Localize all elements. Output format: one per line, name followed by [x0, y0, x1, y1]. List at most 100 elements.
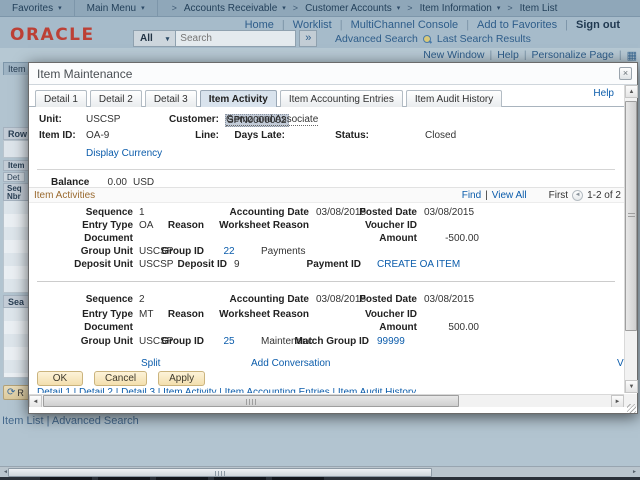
background-search-bar: Sea: [3, 295, 30, 308]
tab-detail-3[interactable]: Detail 3: [145, 90, 197, 107]
background-item-list-links[interactable]: Item List | Advanced Search: [2, 415, 139, 427]
link-separator: |: [489, 49, 492, 61]
personalize-layout-grid-icon[interactable]: ▦: [627, 50, 637, 61]
breadcrumb-accounts-receivable[interactable]: Accounts Receivable ▾: [184, 3, 286, 14]
breadcrumb-item-information[interactable]: Item Information ▾: [420, 3, 501, 14]
tab-detail-2[interactable]: Detail 2: [90, 90, 142, 107]
sequence-value: 1: [139, 207, 145, 218]
dialog-titlebar[interactable]: Item Maintenance: [29, 63, 637, 85]
group-unit-label: Group Unit: [33, 246, 133, 257]
deposit-id-label: Deposit ID: [139, 259, 227, 270]
link-separator: |: [340, 19, 343, 31]
scroll-up-icon[interactable]: ▲: [625, 85, 638, 98]
posted-date-value: 03/08/2015: [424, 294, 474, 305]
dialog-footer: [29, 407, 637, 413]
group-id-label: Group ID: [139, 336, 204, 347]
multichannel-console-link[interactable]: MultiChannel Console: [351, 19, 459, 31]
activity-links-row: Split Add Conversation V: [29, 358, 624, 370]
view-all-link[interactable]: View All: [492, 190, 527, 201]
worksheet-reason-label: Worksheet Reason: [197, 309, 309, 320]
split-link[interactable]: Split: [141, 358, 160, 369]
advanced-search-link[interactable]: Advanced Search: [335, 33, 418, 45]
unit-value: USCSP: [86, 114, 120, 125]
activity2-row-entry-type: Entry Type MT Reason Worksheet Reason Vo…: [29, 309, 624, 321]
sequence-label: Sequence: [33, 294, 133, 305]
add-conversation-link[interactable]: Add Conversation: [251, 358, 331, 369]
link-separator: |: [524, 49, 527, 61]
page-scrollbar-thumb[interactable]: [8, 468, 432, 477]
view-link-clipped[interactable]: V: [617, 358, 624, 369]
personalize-page-link[interactable]: Personalize Page: [532, 49, 614, 61]
activity-divider: [37, 281, 615, 282]
display-currency-link[interactable]: Display Currency: [86, 148, 162, 159]
breadcrumb-customer-accounts[interactable]: Customer Accounts ▾: [305, 3, 400, 14]
accounting-date-label: Accounting Date: [197, 207, 309, 218]
resize-grip[interactable]: [627, 404, 636, 413]
main-menu[interactable]: Main Menu ▾: [75, 0, 158, 16]
help-link[interactable]: Help: [497, 49, 519, 61]
document-label: Document: [33, 322, 133, 333]
breadcrumb: > Accounts Receivable ▾ > Customer Accou…: [172, 3, 558, 14]
dialog-vertical-scrollbar[interactable]: ▲ ▼: [624, 85, 637, 393]
cancel-button[interactable]: Cancel: [94, 371, 147, 386]
main-menu-label: Main Menu: [87, 3, 136, 14]
item-id-value: OA-9: [86, 130, 109, 141]
last-search-results-link[interactable]: Last Search Results: [437, 33, 531, 45]
activity2-row-document: Document Amount 500.00: [29, 322, 624, 334]
first-label: First: [549, 190, 568, 201]
sign-out-link[interactable]: Sign out: [576, 19, 620, 31]
dialog-help-link[interactable]: Help: [593, 88, 614, 99]
close-icon[interactable]: ×: [619, 67, 632, 80]
page-action-links: New Window | Help | Personalize Page | ▦: [423, 49, 637, 61]
group-id-link[interactable]: 22: [215, 246, 243, 257]
new-window-link[interactable]: New Window: [423, 49, 484, 61]
divider: [37, 169, 615, 170]
tab-item-audit-history[interactable]: Item Audit History: [406, 90, 502, 107]
background-item-bar: Item: [3, 160, 30, 171]
search-scope-value: All: [140, 33, 153, 44]
add-to-favorites-link[interactable]: Add to Favorites: [477, 19, 557, 31]
scroll-right-icon[interactable]: ►: [630, 468, 639, 477]
field-row-display-currency: Display Currency: [29, 148, 624, 161]
breadcrumb-label: Item List: [520, 3, 558, 14]
tab-item-activity[interactable]: Item Activity: [200, 90, 277, 107]
dialog-horizontal-scrollbar[interactable]: ◄ ►: [29, 394, 624, 407]
apply-button[interactable]: Apply: [158, 371, 205, 386]
section-title: Item Activities: [34, 190, 95, 201]
accounting-date-label: Accounting Date: [197, 294, 309, 305]
find-link[interactable]: Find: [462, 190, 481, 201]
breadcrumb-label: Item Information: [420, 3, 492, 14]
favorites-menu[interactable]: Favorites ▾: [0, 0, 75, 16]
global-search: All ▾ »: [133, 30, 317, 47]
scroll-down-icon[interactable]: ▼: [625, 380, 638, 393]
activity2-row-group: Group Unit USCSP Group ID 25 Maintenanc …: [29, 336, 624, 348]
page-horizontal-scrollbar[interactable]: ◄ ►: [0, 466, 640, 477]
amount-value: -500.00: [409, 233, 479, 244]
ok-button[interactable]: OK: [37, 371, 83, 386]
scrollbar-grip: [628, 213, 635, 219]
breadcrumb-item-list[interactable]: Item List: [520, 3, 558, 14]
breadcrumb-label: Accounts Receivable: [184, 3, 277, 14]
item-id-label: Item ID:: [39, 130, 87, 141]
breadcrumb-separator-icon: >: [407, 3, 412, 13]
previous-row-icon[interactable]: ◄: [572, 190, 583, 201]
activity-type-value: Payments: [261, 246, 305, 257]
search-scope-dropdown[interactable]: All ▾: [133, 30, 176, 47]
row-range: 1-2 of 2: [587, 190, 621, 201]
tab-item-accounting-entries[interactable]: Item Accounting Entries: [280, 90, 403, 107]
background-grid-rows: [3, 201, 30, 293]
activity1-row-document: Document Amount -500.00: [29, 233, 624, 245]
group-unit-label: Group Unit: [33, 336, 133, 347]
status-label: Status:: [289, 130, 369, 141]
horizontal-scrollbar-thumb[interactable]: [43, 395, 459, 407]
match-group-id-link[interactable]: 99999: [377, 336, 405, 347]
create-oa-item-link[interactable]: CREATE OA ITEM: [377, 259, 460, 270]
vertical-scrollbar-thumb[interactable]: [625, 101, 637, 331]
tab-detail-1[interactable]: Detail 1: [35, 90, 87, 107]
search-go-button[interactable]: »: [299, 30, 317, 47]
bottom-tab-links-clipped[interactable]: Detail 1 | Detail 2 | Detail 3 | Item Ac…: [37, 388, 416, 393]
voucher-id-label: Voucher ID: [307, 220, 417, 231]
group-id-link[interactable]: 25: [215, 336, 243, 347]
search-input[interactable]: [176, 30, 296, 47]
amount-label: Amount: [307, 322, 417, 333]
